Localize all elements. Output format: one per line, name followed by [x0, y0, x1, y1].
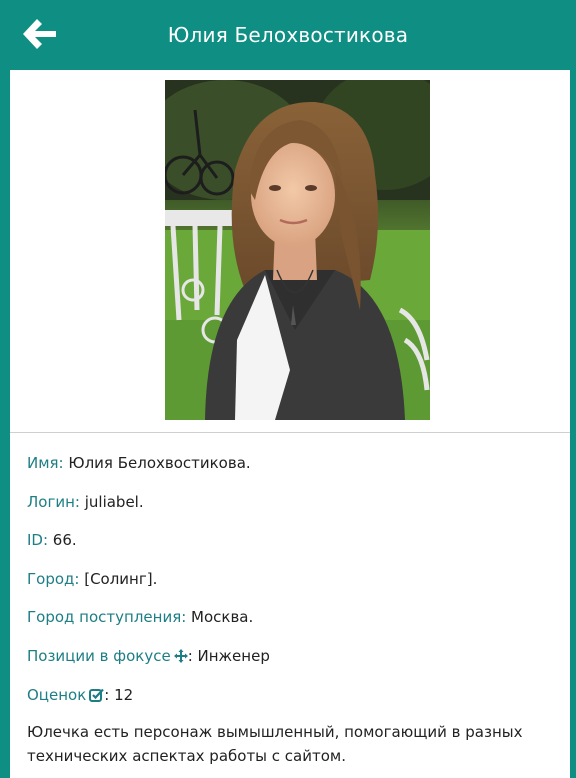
focus-row[interactable]: Позиции в фокусе : Инженер: [27, 641, 560, 680]
back-button[interactable]: [20, 16, 60, 52]
id-value: 66.: [48, 531, 77, 550]
profile-details: Имя: Юлия Белохвостикова. Логин: juliabe…: [27, 448, 560, 768]
city-value: [Солинг].: [79, 569, 158, 588]
login-label: Логин:: [27, 492, 80, 511]
id-row: ID: 66.: [27, 525, 560, 564]
focus-label[interactable]: Позиции в фокусе: [27, 647, 171, 665]
ratings-value: : 12: [104, 685, 134, 704]
profile-photo: [165, 80, 430, 420]
profile-screen: Юлия Белохвостикова Имя: Юлия Белохвости…: [0, 0, 576, 778]
section-divider: [10, 432, 570, 433]
crosshair-arrows-icon[interactable]: [173, 643, 188, 673]
admission-city-row: Город поступления: Москва.: [27, 602, 560, 641]
name-label: Имя:: [27, 454, 64, 472]
login-value: juliabel.: [79, 492, 144, 511]
arrow-left-icon: [23, 19, 56, 49]
ratings-label[interactable]: Оценок: [27, 686, 86, 704]
id-label: ID:: [27, 531, 49, 550]
checkbox-checked-icon[interactable]: [89, 682, 105, 712]
focus-value: : Инженер: [187, 646, 270, 665]
login-row: Логин: juliabel.: [27, 487, 560, 526]
profile-description: Юлечка есть персонаж вымышленный, помога…: [27, 723, 523, 766]
name-value: Юлия Белохвостикова.: [63, 454, 251, 472]
city-row: Город: [Солинг].: [27, 564, 560, 603]
city-label: Город:: [27, 569, 80, 588]
ratings-row[interactable]: Оценок : 12: [27, 680, 560, 719]
name-row: Имя: Юлия Белохвостикова.: [27, 448, 560, 487]
admission-city-value: Москва.: [186, 608, 254, 627]
page-title: Юлия Белохвостикова: [167, 23, 409, 47]
top-bar: Юлия Белохвостикова: [10, 0, 570, 70]
admission-city-label: Город поступления:: [27, 608, 187, 627]
